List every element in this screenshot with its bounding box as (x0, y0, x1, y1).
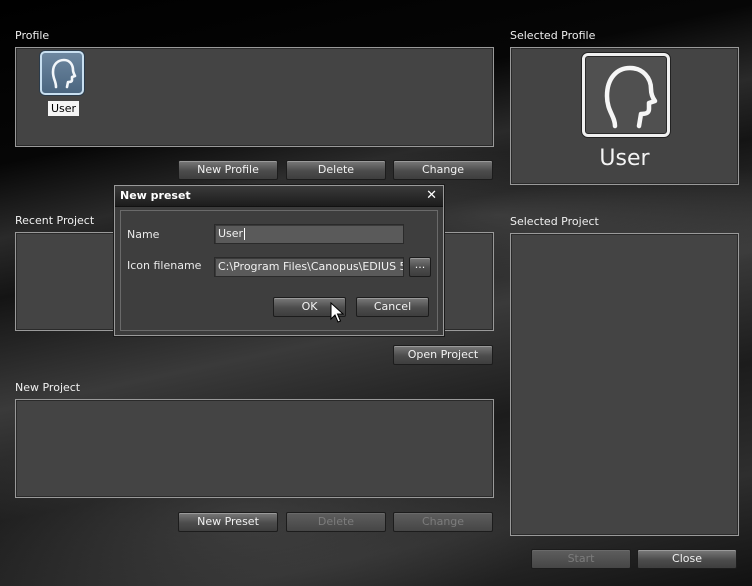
icon-filename-field[interactable]: C:\Program Files\Canopus\EDIUS 5\Ico (214, 257, 404, 277)
profile-item-user[interactable] (40, 51, 84, 95)
recent-project-label: Recent Project (15, 214, 95, 227)
name-label: Name (127, 228, 160, 241)
profile-item-user-label: User (48, 101, 80, 116)
text-caret (244, 228, 246, 240)
selected-project-label: Selected Project (510, 215, 599, 228)
new-project-list[interactable] (15, 399, 494, 498)
name-field-value: User (218, 227, 244, 240)
start-button[interactable]: Start (531, 549, 631, 569)
selected-profile-avatar (582, 53, 670, 137)
change-preset-button[interactable]: Change (393, 512, 493, 532)
dialog-title-bar[interactable]: New preset ✕ (115, 186, 443, 207)
change-profile-button[interactable]: Change (393, 160, 493, 180)
new-project-label: New Project (15, 381, 81, 394)
user-head-icon (604, 65, 658, 129)
mouse-pointer-icon (330, 302, 344, 323)
open-project-button[interactable]: Open Project (393, 345, 493, 365)
selected-profile-label: Selected Profile (510, 29, 596, 42)
dialog-body: Name User Icon filename C:\Program Files… (120, 210, 438, 331)
close-button[interactable]: Close (637, 549, 737, 569)
close-icon[interactable]: ✕ (426, 188, 437, 203)
new-preset-button[interactable]: New Preset (178, 512, 278, 532)
selected-profile-name: User (599, 146, 650, 171)
name-field[interactable]: User (214, 224, 404, 244)
dialog-title: New preset (120, 189, 191, 202)
browse-button[interactable]: ... (409, 257, 431, 277)
profile-label: Profile (15, 29, 50, 42)
new-profile-button[interactable]: New Profile (178, 160, 278, 180)
icon-filename-label: Icon filename (127, 259, 202, 272)
new-preset-dialog: New preset ✕ Name User Icon filename C:\… (114, 185, 444, 336)
delete-profile-button[interactable]: Delete (286, 160, 386, 180)
cancel-button[interactable]: Cancel (356, 297, 429, 317)
delete-preset-button[interactable]: Delete (286, 512, 386, 532)
user-head-icon (51, 58, 77, 89)
selected-project-panel (510, 233, 739, 536)
profile-list[interactable] (15, 47, 494, 147)
